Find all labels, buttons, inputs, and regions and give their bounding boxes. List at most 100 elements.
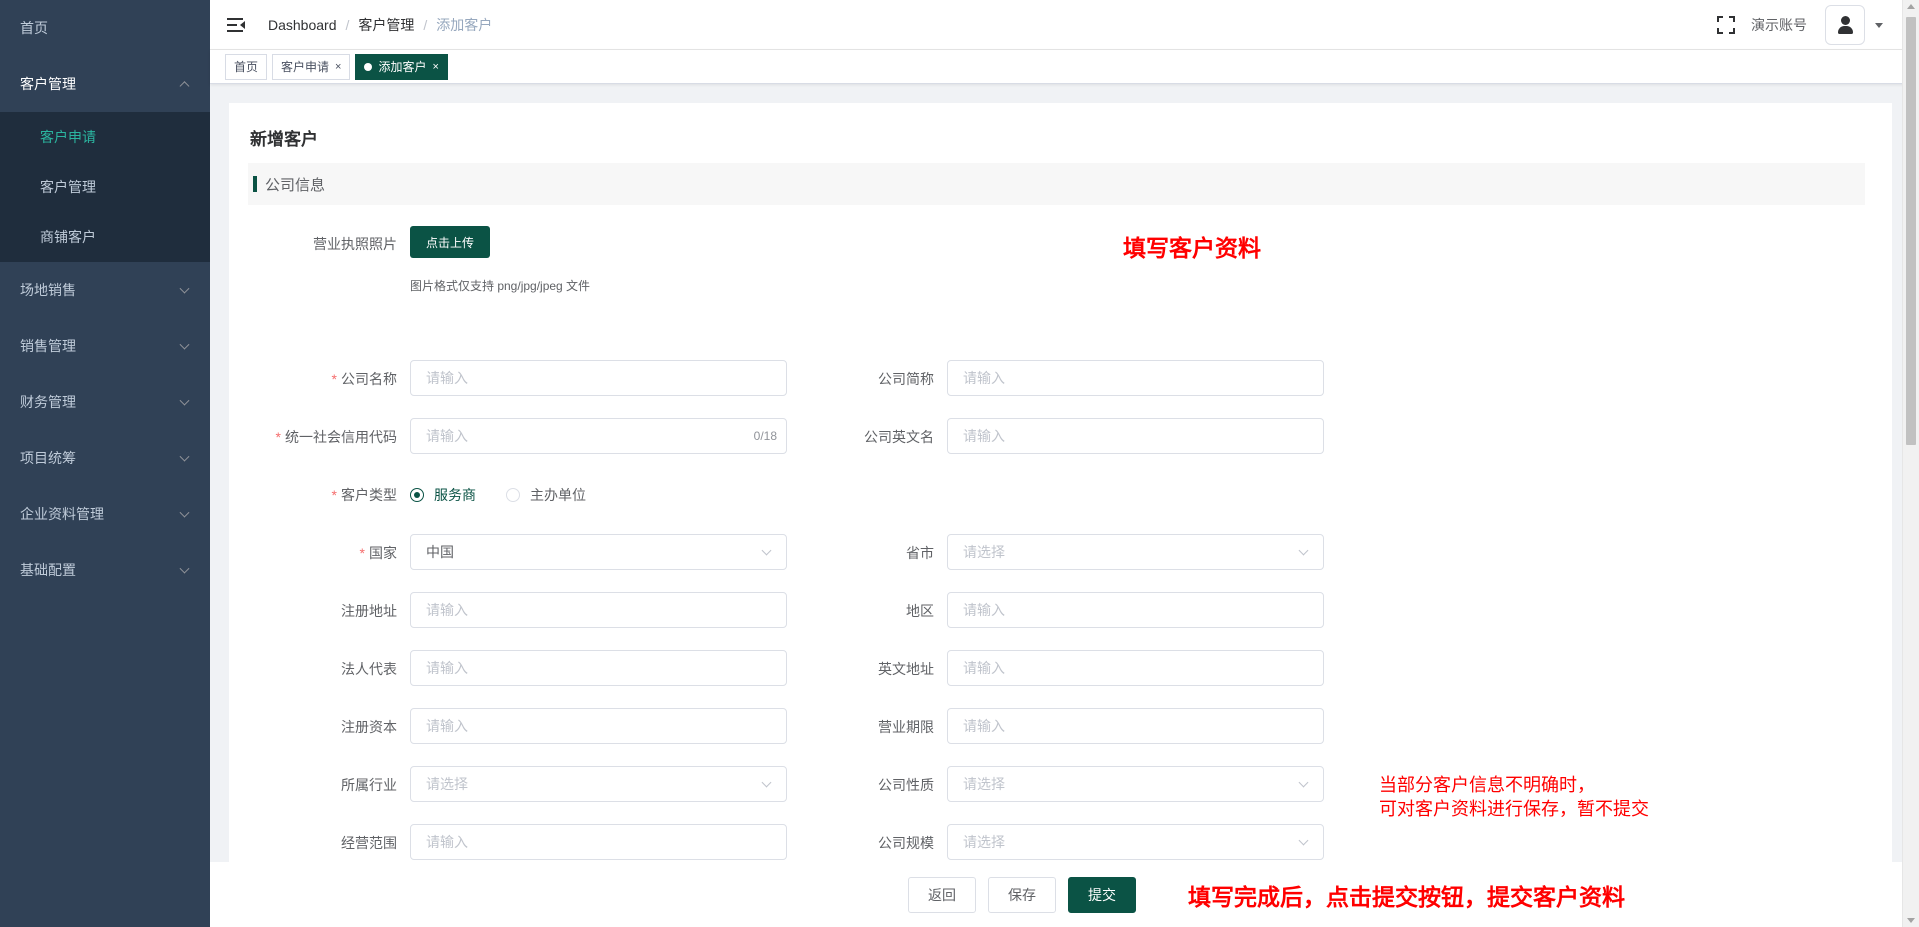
english-name-label: 公司英文名 (864, 429, 934, 445)
nature-label: 公司性质 (878, 777, 934, 793)
company-name-label: * 公司名称 (331, 371, 397, 387)
country-label: * 国家 (359, 545, 397, 561)
nature-select[interactable]: 请选择 (947, 766, 1324, 802)
submenu-label: 客户管理 (40, 179, 96, 195)
chevron-down-icon (179, 339, 190, 350)
customer-type-label: * 客户类型 (331, 487, 397, 503)
radio-service-provider[interactable]: 服务商 (410, 485, 476, 505)
reg-capital-input[interactable]: 请输入 (410, 708, 787, 744)
navbar-right: 演示账号 (1717, 0, 1919, 50)
biz-term-label: 营业期限 (878, 719, 934, 735)
company-short-input[interactable]: 请输入 (947, 360, 1324, 396)
upload-tip: 图片格式仅支持 png/jpg/jpeg 文件 (410, 279, 591, 293)
fullscreen-icon[interactable] (1717, 16, 1735, 34)
tag-label: 首页 (234, 60, 259, 74)
scroll-up-icon[interactable] (1907, 4, 1915, 9)
char-counter: 0/18 (753, 429, 777, 443)
menu-label: 财务管理 (20, 394, 76, 410)
tag-label: 添加客户 (378, 60, 427, 74)
menu-customer-management-label: 客户管理 (20, 76, 76, 92)
placeholder: 请输入 (963, 428, 1005, 444)
breadcrumb-customer-management[interactable]: 客户管理 (358, 15, 414, 35)
page-scrollbar[interactable] (1902, 0, 1919, 927)
scroll-down-icon[interactable] (1907, 918, 1915, 923)
submit-button[interactable]: 提交 (1068, 877, 1136, 913)
company-name-input[interactable]: 请输入 (410, 360, 787, 396)
menu-basic-config[interactable]: 基础配置 (0, 542, 210, 598)
chevron-down-icon (179, 507, 190, 518)
breadcrumb-dashboard[interactable]: Dashboard (268, 17, 337, 33)
reg-address-label: 注册地址 (341, 603, 397, 619)
placeholder: 请选择 (426, 776, 468, 792)
back-button[interactable]: 返回 (908, 877, 976, 913)
reg-capital-label: 注册资本 (341, 719, 397, 735)
account-name: 演示账号 (1751, 17, 1807, 33)
radio-label: 主办单位 (530, 487, 586, 503)
credit-code-label: * 统一社会信用代码 (275, 429, 397, 445)
scope-input[interactable]: 请输入 (410, 824, 787, 860)
submenu-label: 商铺客户 (40, 229, 96, 245)
submenu-item-customer-apply[interactable]: 客户申请 (0, 112, 210, 162)
placeholder: 请输入 (963, 660, 1005, 676)
close-icon[interactable]: × (335, 61, 341, 73)
region-label: 地区 (906, 603, 934, 619)
credit-code-input[interactable]: 请输入 0/18 (410, 418, 787, 454)
menu-project-coordination[interactable]: 项目统筹 (0, 430, 210, 486)
submenu-item-shop-customer[interactable]: 商铺客户 (0, 212, 210, 262)
menu-home-label: 首页 (20, 20, 48, 36)
save-button[interactable]: 保存 (988, 877, 1056, 913)
chevron-down-icon (761, 777, 772, 788)
placeholder: 请选择 (963, 776, 1005, 792)
radio-unchecked-icon (506, 488, 520, 502)
upload-button[interactable]: 点击上传 (410, 226, 490, 258)
breadcrumb-separator: / (345, 16, 350, 33)
en-address-label: 英文地址 (878, 661, 934, 677)
placeholder: 请输入 (426, 602, 468, 618)
legal-rep-input[interactable]: 请输入 (410, 650, 787, 686)
hamburger-icon[interactable] (227, 17, 245, 32)
menu-enterprise-data[interactable]: 企业资料管理 (0, 486, 210, 542)
chevron-down-icon (1298, 545, 1309, 556)
scale-select[interactable]: 请选择 (947, 824, 1324, 860)
company-short-label: 公司简称 (878, 371, 934, 387)
country-select[interactable]: 中国 (410, 534, 787, 570)
radio-label: 服务商 (434, 487, 476, 503)
tag-label: 客户申请 (281, 60, 330, 74)
caret-down-icon[interactable] (1875, 22, 1883, 28)
reg-address-input[interactable]: 请输入 (410, 592, 787, 628)
menu-home[interactable]: 首页 (0, 0, 210, 56)
region-input[interactable]: 请输入 (947, 592, 1324, 628)
en-address-input[interactable]: 请输入 (947, 650, 1324, 686)
tag-home[interactable]: 首页 (225, 53, 268, 80)
placeholder: 请输入 (963, 718, 1005, 734)
footer-action-bar: 返回 保存 提交 (210, 862, 1902, 927)
annotation-save-hint: 当部分客户信息不明确时， 可对客户资料进行保存，暂不提交 (1379, 774, 1649, 822)
scope-label: 经营范围 (341, 835, 397, 851)
radio-organizer[interactable]: 主办单位 (506, 485, 586, 505)
submenu-item-customer-management[interactable]: 客户管理 (0, 162, 210, 212)
placeholder: 请输入 (426, 718, 468, 734)
submenu-label: 客户申请 (40, 129, 96, 145)
breadcrumb: Dashboard / 客户管理 / 添加客户 (268, 15, 492, 35)
menu-finance-management[interactable]: 财务管理 (0, 374, 210, 430)
menu-sales-management[interactable]: 销售管理 (0, 318, 210, 374)
placeholder: 请输入 (426, 834, 468, 850)
tag-add-customer[interactable]: 添加客户 × (355, 53, 448, 80)
license-label: 营业执照照片 (313, 236, 397, 252)
tag-customer-apply[interactable]: 客户申请 × (272, 53, 351, 80)
chevron-down-icon (179, 283, 190, 294)
chevron-down-icon (761, 545, 772, 556)
tags-view: 首页 客户申请 × 添加客户 × (210, 50, 1919, 84)
province-select[interactable]: 请选择 (947, 534, 1324, 570)
menu-label: 企业资料管理 (20, 506, 104, 522)
scrollbar-thumb[interactable] (1906, 17, 1916, 445)
menu-customer-management[interactable]: 客户管理 (0, 56, 210, 112)
industry-select[interactable]: 请选择 (410, 766, 787, 802)
annotation-fill-info: 填写客户资料 (1123, 235, 1261, 262)
breadcrumb-add-customer: 添加客户 (436, 16, 493, 33)
biz-term-input[interactable]: 请输入 (947, 708, 1324, 744)
menu-venue-sales[interactable]: 场地销售 (0, 262, 210, 318)
close-icon[interactable]: × (432, 61, 438, 73)
avatar[interactable] (1825, 5, 1865, 45)
english-name-input[interactable]: 请输入 (947, 418, 1324, 454)
